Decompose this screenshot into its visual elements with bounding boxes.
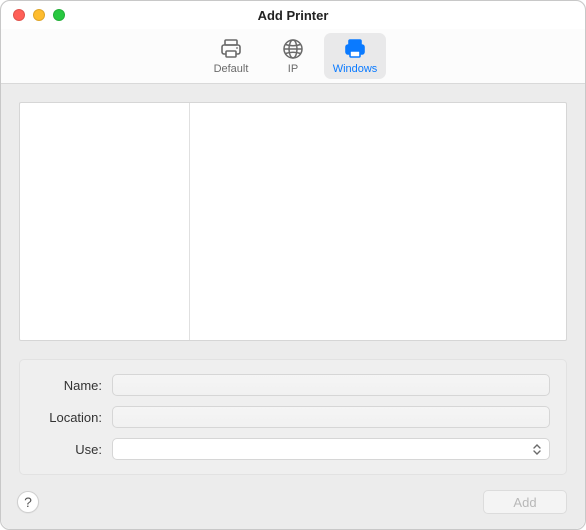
name-label: Name:: [32, 378, 102, 393]
window-controls: [1, 9, 65, 21]
location-field[interactable]: [112, 406, 550, 428]
tab-default[interactable]: Default: [200, 33, 262, 79]
location-label: Location:: [32, 410, 102, 425]
printer-form: Name: Location: Use:: [19, 359, 567, 475]
tab-label: Default: [214, 63, 249, 75]
help-icon: ?: [24, 494, 32, 510]
add-button[interactable]: Add: [483, 490, 567, 514]
source-tabs: Default IP: [1, 29, 585, 84]
network-browser: [19, 102, 567, 341]
globe-icon: [282, 37, 304, 61]
printer-icon: [219, 37, 243, 61]
printer-list[interactable]: [190, 103, 566, 340]
zoom-window-button[interactable]: [53, 9, 65, 21]
add-button-label: Add: [513, 495, 536, 510]
content-area: Name: Location: Use:: [1, 84, 585, 475]
minimize-window-button[interactable]: [33, 9, 45, 21]
tab-windows[interactable]: Windows: [324, 33, 386, 79]
printer-windows-icon: [343, 37, 367, 61]
chevron-updown-icon: [531, 444, 543, 455]
tab-ip[interactable]: IP: [262, 33, 324, 79]
add-printer-window: Add Printer Default: [0, 0, 586, 530]
tab-label: IP: [288, 63, 298, 75]
name-field[interactable]: [112, 374, 550, 396]
tab-label: Windows: [333, 63, 378, 75]
use-label: Use:: [32, 442, 102, 457]
titlebar: Add Printer: [1, 1, 585, 29]
workgroup-list[interactable]: [20, 103, 190, 340]
footer: ? Add: [1, 475, 585, 529]
use-select[interactable]: [112, 438, 550, 460]
close-window-button[interactable]: [13, 9, 25, 21]
help-button[interactable]: ?: [17, 491, 39, 513]
window-title: Add Printer: [1, 8, 585, 23]
